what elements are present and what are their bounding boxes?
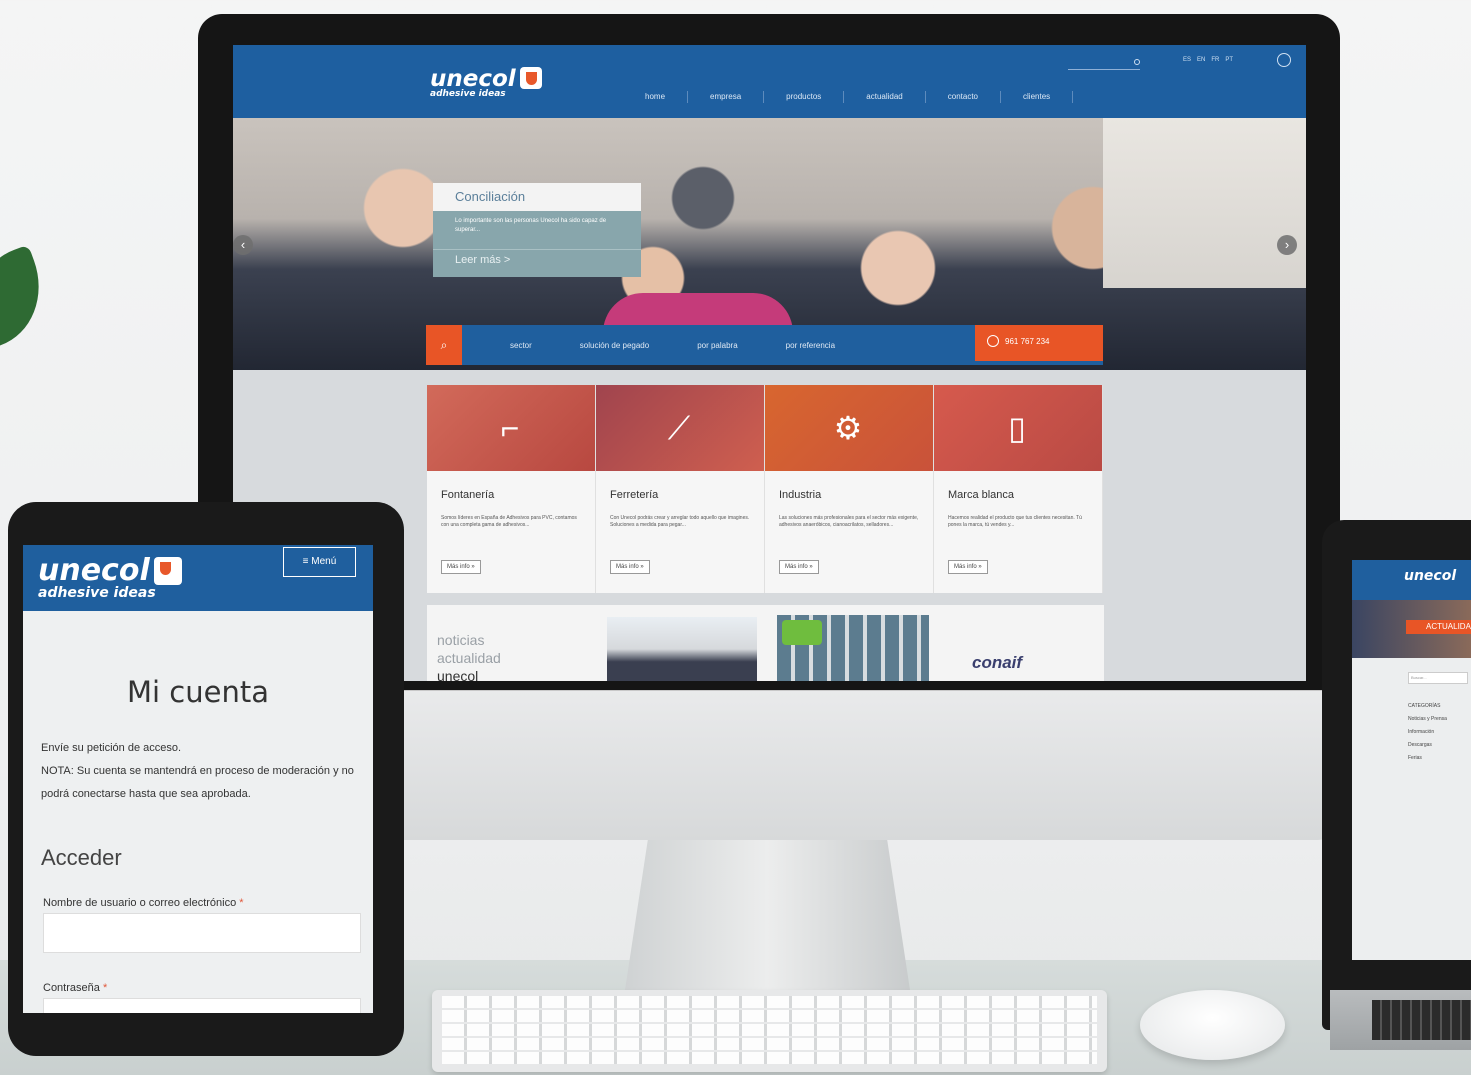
more-info-button[interactable]: Más info »	[441, 560, 481, 574]
news-image[interactable]	[777, 615, 929, 681]
plant-leaf	[0, 244, 58, 351]
laptop-banner: ACTUALIDAD	[1352, 600, 1471, 658]
username-label: Nombre de usuario o correo electrónico *	[43, 897, 244, 909]
username-input[interactable]	[43, 913, 361, 953]
password-label: Contraseña *	[43, 982, 108, 994]
news-image[interactable]	[607, 617, 757, 681]
card-text: Hacemos realidad el producto que tus cli…	[948, 515, 1082, 528]
category-card: ▯ Marca blanca Hacemos realidad el produ…	[934, 385, 1103, 593]
slider-prev-button[interactable]: ‹	[233, 235, 253, 255]
laptop-logo[interactable]: unecol	[1404, 568, 1456, 584]
category-link[interactable]: Noticias y Prensa	[1408, 713, 1447, 726]
page-title: Mi cuenta	[127, 675, 269, 709]
search-icon[interactable]: ⌕	[426, 325, 462, 365]
card-title: Fontanería	[441, 489, 495, 501]
news-label: noticias actualidad unecol	[437, 632, 501, 681]
nav-home[interactable]: home	[623, 91, 689, 103]
laptop-search-input[interactable]: Buscar...	[1408, 672, 1468, 684]
phone-contact[interactable]: 961 767 234	[975, 325, 1103, 361]
category-link[interactable]: Información	[1408, 726, 1447, 739]
search-by-reference[interactable]: por referencia	[786, 341, 835, 350]
card-text: Las soluciones más profesionales para el…	[779, 515, 919, 528]
lang-fr[interactable]: FR	[1211, 57, 1219, 63]
lang-en[interactable]: EN	[1197, 57, 1205, 63]
nav-contacto[interactable]: contacto	[926, 91, 1002, 103]
news-strip: noticias actualidad unecol conaif	[427, 605, 1104, 681]
more-info-button[interactable]: Más info »	[610, 560, 650, 574]
card-image: ⌐	[427, 385, 595, 471]
site-header: unecol adhesive ideas home empresa produ…	[233, 45, 1306, 118]
lang-es[interactable]: ES	[1183, 57, 1191, 63]
site-logo[interactable]: unecol adhesive ideas	[430, 67, 542, 99]
hero-background	[1103, 118, 1306, 288]
card-image: ⟋	[596, 385, 764, 471]
phone-icon	[987, 335, 999, 347]
card-image: ▯	[934, 385, 1102, 471]
logo-mark-icon	[153, 557, 182, 585]
category-card: ⚙ Industria Las soluciones más profesion…	[765, 385, 934, 593]
keyboard-keys	[442, 996, 1097, 1066]
banner-label: ACTUALIDAD	[1406, 620, 1471, 634]
card-title: Ferretería	[610, 489, 659, 501]
card-title: Marca blanca	[948, 489, 1015, 501]
nav-clientes[interactable]: clientes	[1001, 91, 1074, 103]
faucet-icon: ⌐	[500, 410, 520, 446]
password-input[interactable]	[43, 998, 361, 1013]
access-note: Envíe su petición de acceso. NOTA: Su cu…	[41, 742, 354, 800]
language-switcher: ES EN FR PT	[1183, 57, 1233, 63]
slide-text: Lo importante son las personas Unecol ha…	[433, 211, 641, 249]
search-by-keyword[interactable]: por palabra	[697, 341, 737, 350]
tablet-header: unecol adhesive ideas ≡ Menú	[23, 545, 373, 611]
login-icon[interactable]	[1277, 53, 1291, 67]
partner-logo[interactable]: conaif	[972, 653, 1022, 673]
slide-read-more-link[interactable]: Leer más >	[433, 249, 641, 277]
imac-stand	[625, 840, 910, 990]
search-by-solution[interactable]: solución de pegado	[580, 341, 649, 350]
lang-pt[interactable]: PT	[1225, 57, 1233, 63]
laptop-website: unecol ACTUALIDAD Buscar... CATEGORÍAS N…	[1352, 560, 1471, 960]
more-info-button[interactable]: Más info »	[779, 560, 819, 574]
login-heading: Acceder	[41, 845, 122, 870]
categories-list: CATEGORÍAS Noticias y Prensa Información…	[1408, 700, 1447, 765]
category-link[interactable]: Ferias	[1408, 752, 1447, 765]
slider-next-button[interactable]: ›	[1277, 235, 1297, 255]
main-nav: home empresa productos actualidad contac…	[623, 91, 1074, 103]
nav-productos[interactable]: productos	[764, 91, 845, 103]
laptop-keyboard	[1372, 1000, 1471, 1040]
category-card: ⟋ Ferretería Con Unecol podrás crear y a…	[596, 385, 765, 593]
logo-mark-icon	[519, 67, 542, 89]
tablet-logo[interactable]: unecol adhesive ideas	[38, 556, 182, 601]
laptop-header: unecol	[1352, 560, 1471, 600]
more-info-button[interactable]: Más info »	[948, 560, 988, 574]
nav-empresa[interactable]: empresa	[688, 91, 765, 103]
header-search-input[interactable]	[1068, 59, 1140, 70]
tablet-website: unecol adhesive ideas ≡ Menú Mi cuenta E…	[23, 545, 373, 1013]
glue-bottle-icon: ▯	[1008, 410, 1026, 446]
gears-icon: ⚙	[833, 410, 863, 446]
category-link[interactable]: Descargas	[1408, 739, 1447, 752]
card-image: ⚙	[765, 385, 933, 471]
mouse	[1140, 990, 1285, 1060]
card-title: Industria	[779, 489, 822, 501]
search-icon	[1134, 59, 1140, 65]
slide-caption: Conciliación Lo importante son las perso…	[433, 183, 641, 277]
categories-title: CATEGORÍAS	[1408, 703, 1441, 709]
pipette-icon: ⟋	[667, 410, 691, 446]
category-cards: ⌐ Fontanería Somos líderes en España de …	[427, 385, 1104, 593]
nav-actualidad[interactable]: actualidad	[844, 91, 926, 103]
menu-button[interactable]: ≡ Menú	[283, 547, 356, 577]
slide-title: Conciliación	[433, 183, 641, 211]
card-text: Somos líderes en España de Adhesivos par…	[441, 515, 577, 528]
card-text: Con Unecol podrás crear y arreglar todo …	[610, 515, 750, 528]
search-by-sector[interactable]: sector	[510, 341, 532, 350]
category-card: ⌐ Fontanería Somos líderes en España de …	[427, 385, 596, 593]
